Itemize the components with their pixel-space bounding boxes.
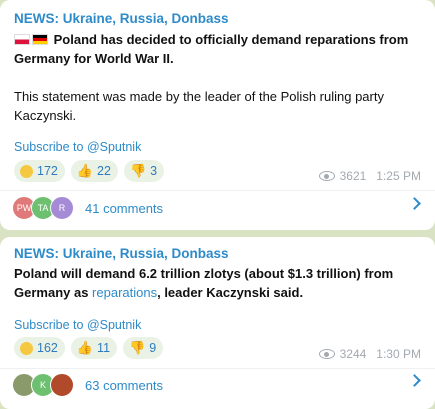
eye-icon bbox=[318, 171, 335, 181]
reaction-count: 162 bbox=[37, 341, 58, 355]
message-line: , leader Kaczynski said. bbox=[157, 285, 304, 300]
avatar bbox=[50, 373, 74, 397]
chevron-right-icon bbox=[408, 197, 421, 210]
view-count: 3621 bbox=[339, 169, 367, 183]
message-line: Kaczynski. bbox=[14, 108, 77, 123]
message-bubble: NEWS: Ukraine, Russia, Donbass Poland ha… bbox=[0, 0, 435, 230]
divider bbox=[0, 190, 435, 191]
reaction-grin[interactable]: 172 bbox=[14, 160, 65, 182]
reaction-count: 9 bbox=[149, 341, 157, 355]
subscribe-link[interactable]: Subscribe to @Sputnik bbox=[14, 318, 141, 332]
message-text: Poland will demand 6.2 trillion zlotys (… bbox=[14, 264, 424, 302]
comments-button[interactable]: PW TA R 41 comments bbox=[12, 196, 423, 220]
message-line: This statement was made by the leader of… bbox=[14, 89, 384, 104]
message-meta: 3621 1:25 PM bbox=[318, 169, 421, 183]
reactions-bar: 162 👍 11 👎 9 bbox=[14, 337, 164, 359]
grinning-face-icon bbox=[20, 164, 33, 178]
reaction-grin[interactable]: 162 bbox=[14, 337, 65, 359]
comments-count[interactable]: 63 comments bbox=[85, 378, 163, 393]
thumbs-up-icon: 👍 bbox=[76, 163, 94, 178]
eye-icon bbox=[318, 349, 335, 359]
reaction-count: 11 bbox=[97, 341, 111, 355]
thumbs-down-icon: 👎 bbox=[129, 340, 146, 355]
message-meta: 3244 1:30 PM bbox=[318, 347, 421, 361]
message-time: 1:30 PM bbox=[376, 347, 421, 361]
message-line: Poland has decided to officially demand … bbox=[53, 32, 409, 47]
reaction-thumbs-down[interactable]: 👎 9 bbox=[123, 337, 164, 359]
comments-count[interactable]: 41 comments bbox=[85, 201, 163, 216]
reaction-count: 3 bbox=[150, 164, 158, 178]
commenter-avatars: K bbox=[12, 373, 74, 397]
subscribe-link[interactable]: Subscribe to @Sputnik bbox=[14, 140, 141, 154]
reaction-thumbs-up[interactable]: 👍 11 bbox=[70, 337, 118, 359]
reparations-link[interactable]: reparations bbox=[92, 285, 157, 300]
message-text: Poland has decided to officially demand … bbox=[14, 30, 424, 125]
channel-name[interactable]: NEWS: Ukraine, Russia, Donbass bbox=[14, 11, 229, 26]
reaction-thumbs-down[interactable]: 👎 3 bbox=[123, 160, 165, 182]
message-line: Poland will demand 6.2 trillion zlotys (… bbox=[14, 266, 394, 281]
commenter-avatars: PW TA R bbox=[12, 196, 74, 220]
comments-button[interactable]: K 63 comments bbox=[12, 373, 423, 397]
message-line: Germany as bbox=[14, 285, 93, 300]
thumbs-up-icon: 👍 bbox=[76, 340, 94, 355]
reaction-thumbs-up[interactable]: 👍 22 bbox=[70, 160, 118, 182]
avatar: R bbox=[50, 196, 74, 220]
germany-flag-icon bbox=[32, 34, 48, 45]
message-bubble: NEWS: Ukraine, Russia, Donbass Poland wi… bbox=[0, 237, 435, 409]
divider bbox=[0, 368, 435, 369]
view-count: 3244 bbox=[339, 347, 367, 361]
reaction-count: 22 bbox=[97, 164, 111, 178]
poland-flag-icon bbox=[14, 34, 30, 45]
channel-name[interactable]: NEWS: Ukraine, Russia, Donbass bbox=[14, 246, 229, 261]
reaction-count: 172 bbox=[37, 164, 58, 178]
reactions-bar: 172 👍 22 👎 3 bbox=[14, 160, 165, 182]
grinning-face-icon bbox=[20, 341, 33, 355]
message-line: Germany for World War II. bbox=[14, 51, 174, 66]
message-time: 1:25 PM bbox=[376, 169, 421, 183]
thumbs-down-icon: 👎 bbox=[129, 163, 147, 178]
chevron-right-icon bbox=[408, 374, 421, 387]
